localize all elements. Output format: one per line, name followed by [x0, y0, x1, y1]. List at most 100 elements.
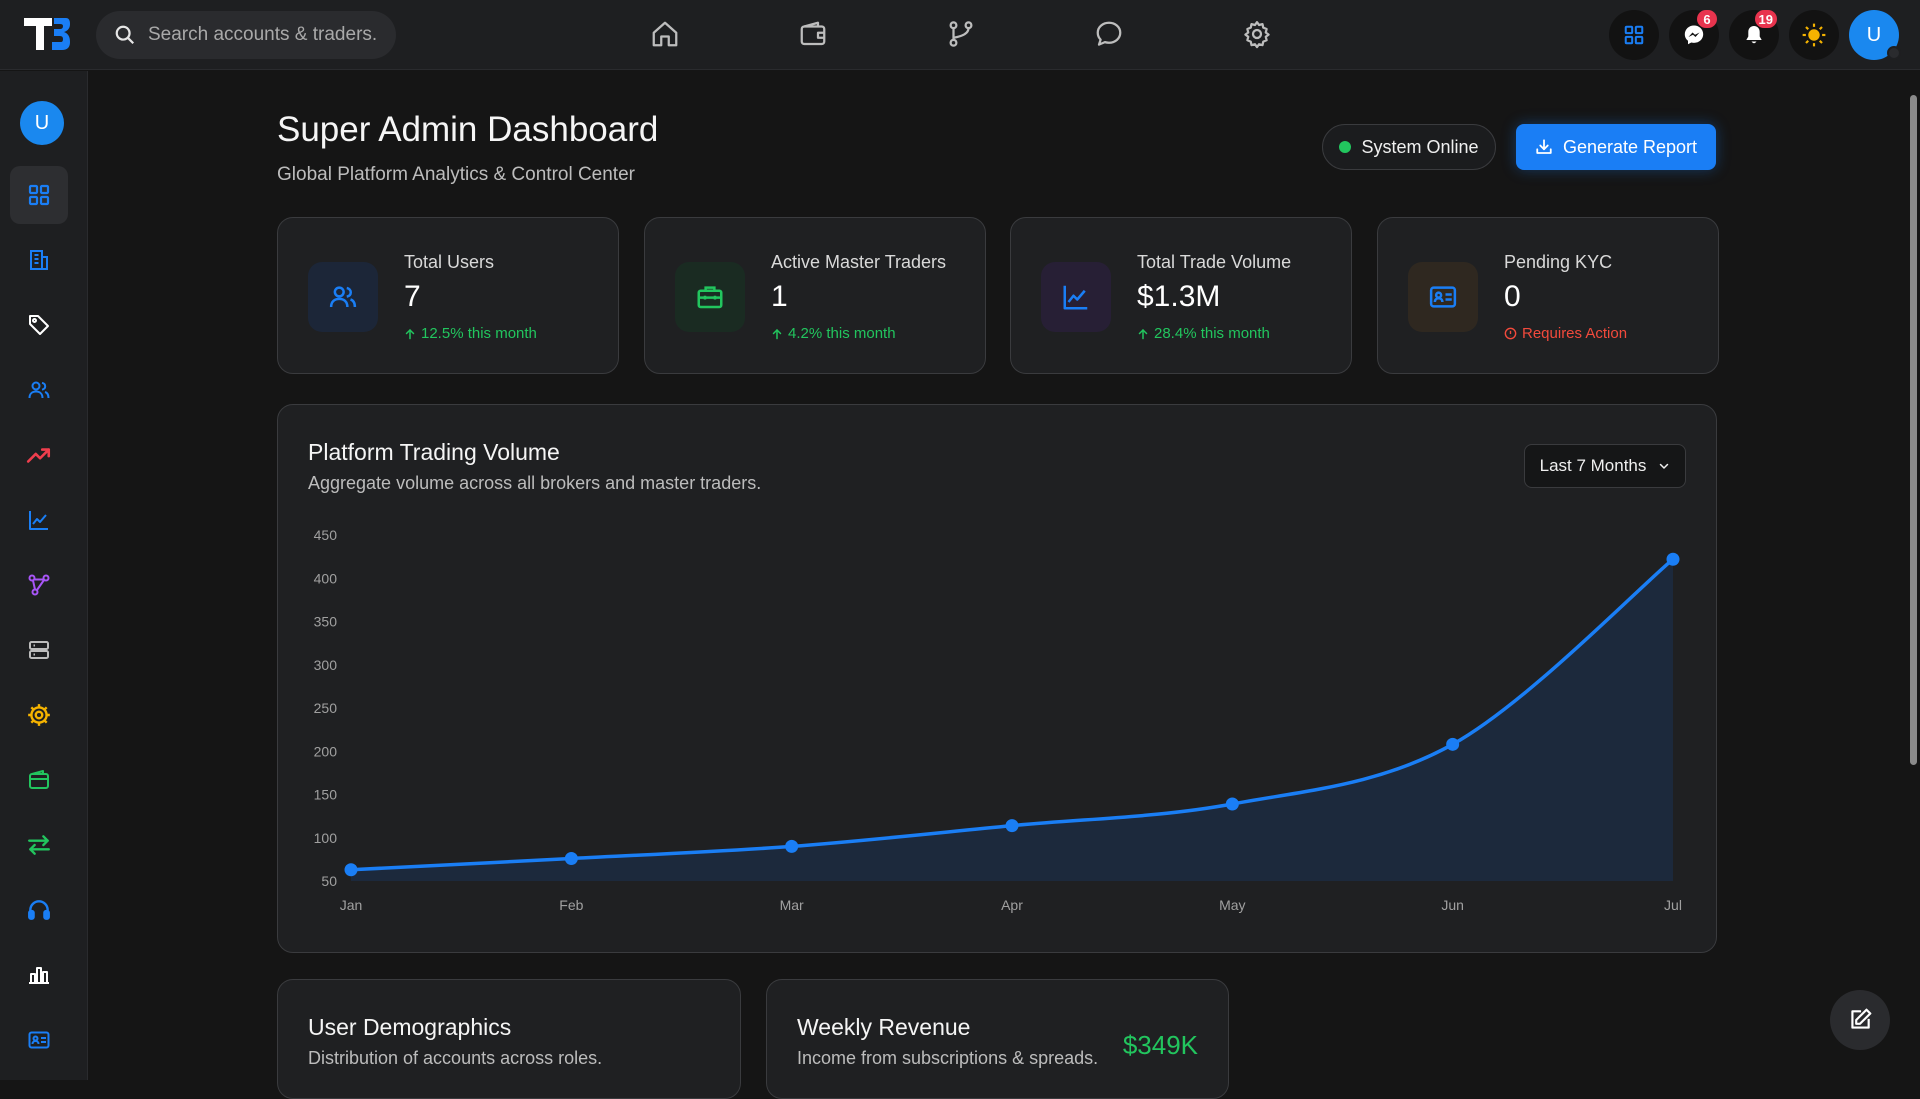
page-scrollbar[interactable]	[1908, 71, 1920, 1080]
avatar-status-icon	[1887, 46, 1901, 60]
weekly-revenue-card: Weekly Revenue Income from subscriptions…	[766, 979, 1229, 1099]
stat-card-trade-volume: Total Trade Volume $1.3M 28.4% this mont…	[1010, 217, 1352, 374]
branch-nav-button[interactable]	[941, 14, 981, 54]
stat-label: Total Users	[404, 252, 495, 272]
sidebar: U	[0, 71, 88, 1080]
wallet-nav-button[interactable]	[793, 14, 833, 54]
stat-change: 12.5% this month	[404, 325, 537, 342]
users-icon	[28, 381, 50, 399]
sidebar-item-analytics[interactable]	[10, 491, 68, 549]
sidebar-item-brokers[interactable]	[10, 231, 68, 289]
sidebar-item-reports[interactable]	[10, 946, 68, 1004]
stat-card-pending-kyc: Pending KYC 0 Requires Action	[1377, 217, 1719, 374]
sidebar-item-users[interactable]	[10, 361, 68, 419]
arrow-up-icon	[1138, 328, 1148, 339]
id-card-icon	[28, 1031, 50, 1049]
sidebar-item-pricing[interactable]	[10, 296, 68, 354]
x-tick-label: Jun	[1441, 897, 1464, 913]
sidebar-item-support[interactable]	[10, 881, 68, 939]
stat-change: Requires Action	[1504, 325, 1627, 342]
sun-icon	[1802, 23, 1826, 47]
y-tick-label: 200	[314, 743, 338, 759]
y-tick-label: 400	[314, 570, 338, 586]
user-demographics-card: User Demographics Distribution of accoun…	[277, 979, 741, 1099]
stat-change-text: 4.2% this month	[788, 325, 896, 342]
y-tick-label: 100	[314, 830, 338, 846]
revenue-amount: $349K	[1122, 1030, 1198, 1060]
sidebar-item-system-settings[interactable]	[10, 686, 68, 744]
x-tick-label: Jul	[1664, 897, 1682, 913]
search-bar[interactable]	[96, 11, 396, 59]
data-point	[344, 863, 358, 877]
search-icon	[115, 25, 135, 45]
x-tick-label: Jan	[340, 897, 363, 913]
sidebar-item-wallets[interactable]	[10, 751, 68, 809]
theme-toggle-button[interactable]	[1789, 10, 1839, 60]
top-bar: 6 19 U	[0, 0, 1920, 70]
alerts-count-badge: 19	[1754, 10, 1777, 28]
stat-icon-box	[308, 262, 378, 332]
stat-change: 4.2% this month	[771, 325, 896, 342]
git-branch-icon	[949, 21, 973, 47]
network-nodes-icon	[28, 574, 50, 596]
home-icon	[652, 21, 678, 47]
chat-nav-button[interactable]	[1089, 14, 1129, 54]
messages-button[interactable]: 6	[1669, 10, 1719, 60]
stat-value: 1	[771, 280, 788, 313]
data-point	[1005, 819, 1019, 833]
demographics-subtitle: Distribution of accounts across roles.	[308, 1048, 603, 1068]
dashboard-grid-icon	[28, 184, 50, 206]
brand-logo[interactable]	[22, 14, 70, 54]
data-point	[564, 852, 578, 866]
demographics-title: User Demographics	[308, 1014, 512, 1040]
y-tick-label: 300	[314, 657, 338, 673]
wallet-card-icon	[29, 770, 49, 789]
messages-count-badge: 6	[1697, 10, 1717, 28]
building-icon	[30, 250, 48, 270]
sidebar-item-dashboard[interactable]	[10, 166, 68, 224]
notifications-button[interactable]: 19	[1729, 10, 1779, 60]
edit-fab-button[interactable]	[1830, 990, 1890, 1050]
data-point	[1225, 797, 1239, 811]
stat-value: 7	[404, 280, 421, 313]
x-tick-label: May	[1219, 897, 1245, 913]
home-nav-button[interactable]	[645, 14, 685, 54]
revenue-subtitle: Income from subscriptions & spreads.	[797, 1048, 1099, 1068]
stat-card-master-traders: Active Master Traders 1 4.2% this month	[644, 217, 986, 374]
generate-report-button[interactable]: Generate Report	[1516, 124, 1716, 170]
sidebar-item-servers[interactable]	[10, 621, 68, 679]
stat-change-text: 12.5% this month	[421, 325, 537, 342]
cog-icon	[28, 704, 50, 726]
sidebar-item-transfers[interactable]	[10, 816, 68, 874]
download-icon	[1536, 139, 1552, 154]
apps-button[interactable]	[1609, 10, 1659, 60]
page-title: Super Admin Dashboard	[277, 110, 659, 149]
sidebar-item-network[interactable]	[10, 556, 68, 614]
y-tick-label: 350	[314, 614, 338, 630]
trading-volume-chart: 450 400 350 300 250 200 150 100 50Jan Feb Mar Apr Ma…	[314, 527, 1682, 913]
stat-icon-box	[675, 262, 745, 332]
line-chart-icon	[29, 511, 48, 530]
user-avatar-initial: U	[1866, 23, 1882, 46]
users-icon	[329, 286, 357, 308]
bar-chart-icon	[29, 967, 49, 984]
x-tick-label: Feb	[559, 897, 583, 913]
y-tick-label: 50	[321, 873, 337, 889]
stat-card-total-users: Total Users 7 12.5% this month	[277, 217, 619, 374]
stat-change: 28.4% this month	[1137, 325, 1270, 342]
stat-value: 0	[1504, 280, 1521, 313]
data-point	[785, 839, 799, 853]
sidebar-item-kyc[interactable]	[10, 1011, 68, 1069]
sidebar-item-trends[interactable]	[10, 426, 68, 484]
data-point	[1666, 552, 1680, 566]
gear-icon	[1244, 21, 1270, 49]
search-input[interactable]	[148, 24, 388, 46]
sidebar-user-avatar[interactable]: U	[20, 101, 64, 145]
trending-up-icon	[26, 448, 51, 463]
id-card-icon	[1429, 286, 1457, 308]
settings-nav-button[interactable]	[1237, 14, 1277, 54]
scrollbar-thumb[interactable]	[1910, 95, 1917, 765]
revenue-title: Weekly Revenue	[797, 1014, 971, 1040]
chat-bubble-icon	[1096, 21, 1122, 46]
user-avatar-button[interactable]: U	[1849, 10, 1901, 60]
